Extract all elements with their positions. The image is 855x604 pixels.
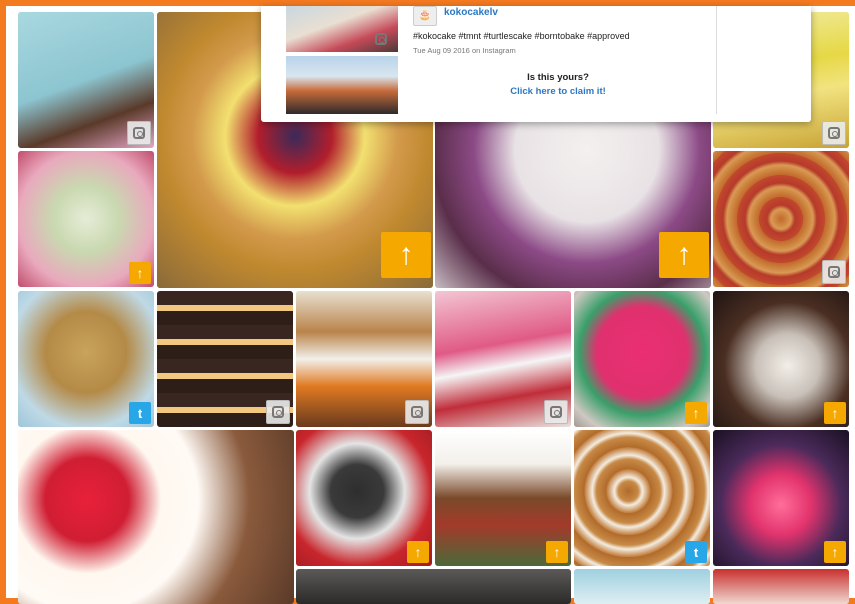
instagram-icon [822,121,846,145]
tile-dark-bottom[interactable] [296,569,571,604]
tile-tiered-novelty-cake[interactable]: ↑ [435,430,571,566]
upload-arrow-icon: ↑ [381,232,431,278]
instagram-icon [127,121,151,145]
instagram-icon [266,400,290,424]
tile-blue-bottom[interactable] [574,569,710,604]
twitter-icon: t [685,541,707,563]
post-username[interactable]: kokocakelv [444,7,498,18]
post-image-bottom [286,56,398,114]
upload-arrow-icon: ↑ [129,262,151,284]
upload-arrow-icon: ↑ [659,232,709,278]
tile-decorating-cake[interactable] [435,291,571,427]
tile-glazed-pastries[interactable]: t [574,430,710,566]
post-meta: Tue Aug 09 2016 on Instagram [413,46,516,55]
tile-pink-floral-cake[interactable]: ↑ [574,291,710,427]
tile-truffles-spread[interactable] [296,291,432,427]
tile-red-bottom[interactable] [713,569,849,604]
tile-jam-muffins[interactable]: t [18,291,154,427]
instagram-icon [374,32,388,46]
claim-question: Is this yours? [527,72,589,83]
tile-cookies-baking-sheet[interactable] [713,151,849,287]
tile-calculator-cake[interactable]: ↑ [296,430,432,566]
popup-divider [716,6,717,114]
user-avatar: 🎂 [413,6,437,26]
tile-birthday-candles-cake[interactable]: ↑ [713,430,849,566]
tile-cake-pops[interactable] [18,12,154,148]
claim-link[interactable]: Click here to claim it! [413,86,703,97]
tile-raspberry-cream-dessert[interactable] [18,430,294,604]
instagram-icon [544,400,568,424]
instagram-icon [405,400,429,424]
social-wall: ↑ t ↑ ↑ ↑ ↑ ↑ t ↑ ↑ 🎂 kokocakelv #kokoca… [6,6,855,604]
post-caption: #kokocake #tmnt #turtlescake #borntobake… [413,31,630,41]
upload-arrow-icon: ↑ [824,402,846,424]
tile-dark-celebration-cake[interactable]: ↑ [713,291,849,427]
upload-arrow-icon: ↑ [546,541,568,563]
instagram-icon [822,260,846,284]
upload-arrow-icon: ↑ [407,541,429,563]
upload-arrow-icon: ↑ [685,402,707,424]
tile-whoopie-pies[interactable] [157,291,293,427]
twitter-icon: t [129,402,151,424]
post-detail-popup: 🎂 kokocakelv #kokocake #tmnt #turtlescak… [261,6,811,122]
upload-arrow-icon: ↑ [824,541,846,563]
tile-meringue-kisses[interactable]: ↑ [18,151,154,287]
